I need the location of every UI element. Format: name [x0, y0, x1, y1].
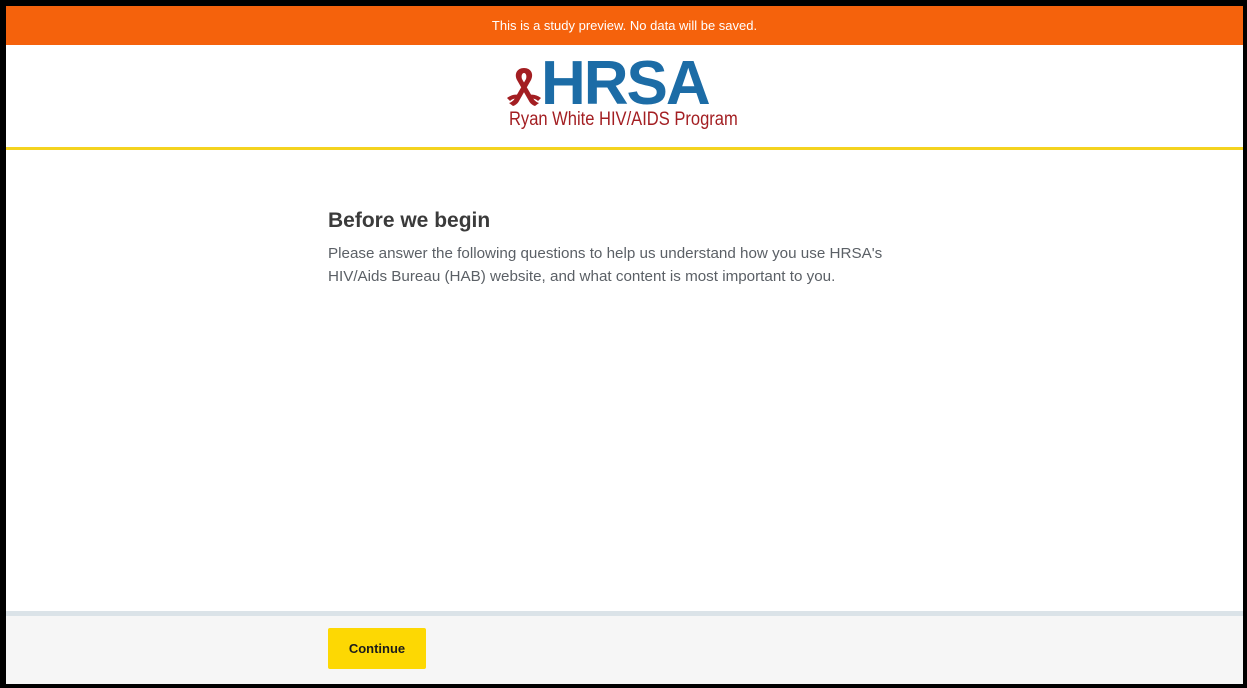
study-preview-banner: This is a study preview. No data will be…	[6, 6, 1243, 45]
hrsa-wordmark: HRSA	[541, 49, 711, 118]
study-preview-banner-text: This is a study preview. No data will be…	[491, 18, 758, 33]
study-window: This is a study preview. No data will be…	[6, 6, 1243, 684]
red-awareness-ribbon-icon	[507, 68, 541, 106]
site-header: HRSA Ryan White HIV/AIDS Program	[6, 45, 1243, 150]
hrsa-logo: HRSA Ryan White HIV/AIDS Program	[503, 53, 748, 135]
continue-button[interactable]: Continue	[328, 628, 426, 669]
intro-text: Please answer the following questions to…	[328, 245, 883, 285]
program-subtitle: Ryan White HIV/AIDS Program	[509, 109, 738, 130]
intro-section: Before we begin Please answer the follow…	[328, 206, 928, 288]
page-title: Before we begin	[328, 209, 491, 232]
footer-bar: Continue	[6, 611, 1243, 684]
